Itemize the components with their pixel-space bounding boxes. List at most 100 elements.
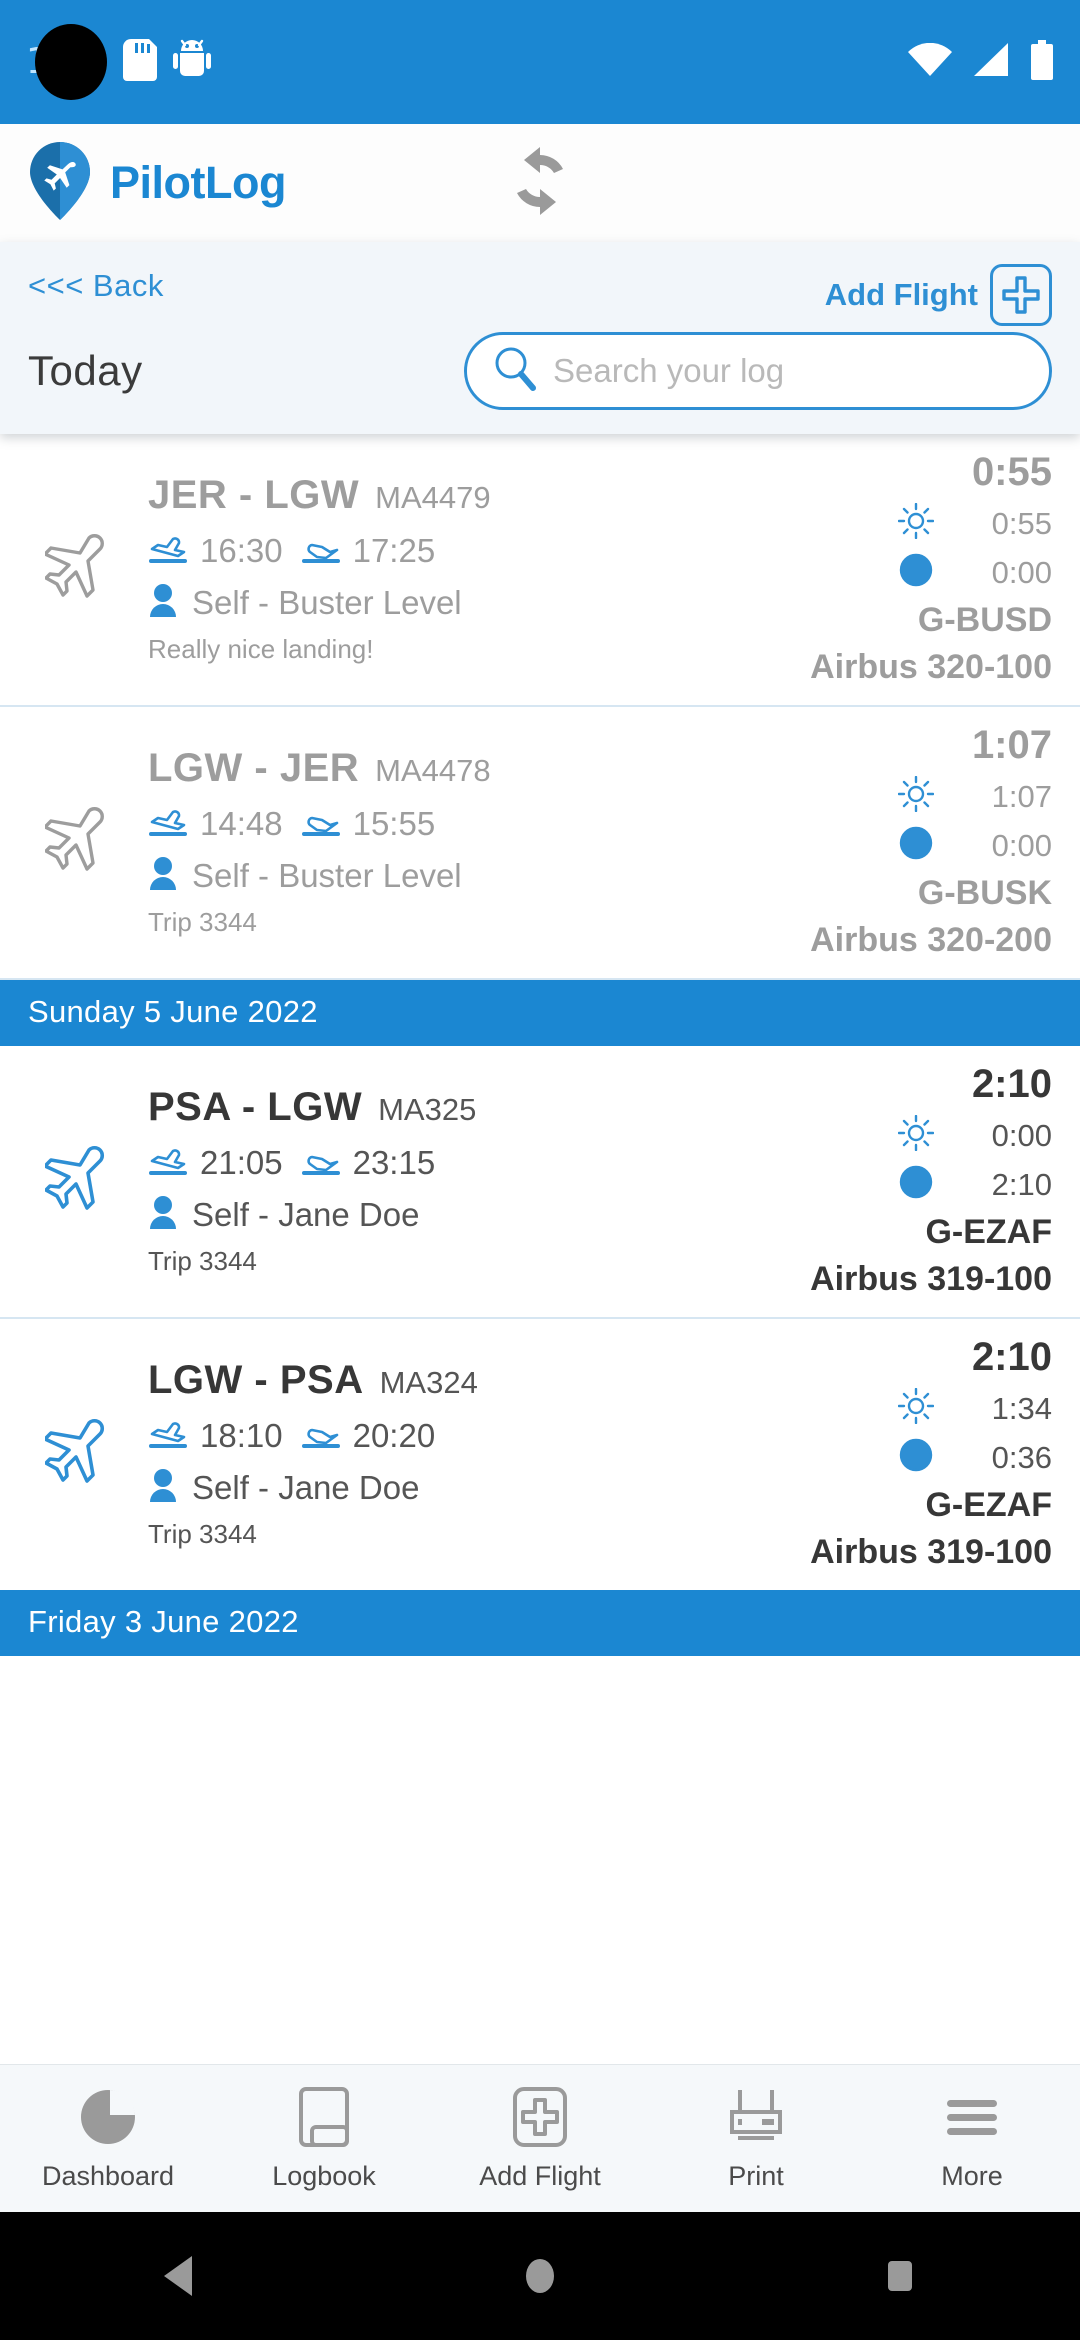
tab-label: Dashboard (41, 2160, 175, 2191)
day-time: 0:55 (991, 505, 1052, 541)
aircraft-type: Airbus 319-100 (810, 1533, 1052, 1571)
flight-totals: 2:10 1:34 0:36 G-EZAF Airbus 319-100 (752, 1335, 1052, 1572)
flight-number: MA324 (379, 1364, 478, 1400)
flight-details: PSA - LGW MA325 21:05 23:15 Self - Jane … (140, 1085, 752, 1277)
landing-icon (301, 530, 341, 573)
back-button[interactable]: <<< Back (28, 264, 164, 304)
landing-icon (301, 803, 341, 846)
hamburger-menu-icon (941, 2086, 1003, 2153)
flight-row[interactable]: LGW - JER MA4478 14:48 15:55 Self - Bust… (0, 707, 1080, 980)
day-time-row: 1:07 (752, 775, 1052, 817)
day-time: 1:34 (991, 1390, 1052, 1426)
flight-note: Trip 3344 (148, 1518, 257, 1549)
tab-label: Logbook (272, 2160, 376, 2191)
sd-card-icon (122, 38, 157, 86)
landing-group: 20:20 (301, 1415, 435, 1458)
sun-icon (897, 502, 935, 544)
total-time: 2:10 (971, 1062, 1052, 1106)
takeoff-icon (148, 1415, 188, 1458)
night-time: 0:00 (991, 554, 1052, 590)
route-line: LGW - PSA MA324 (148, 1358, 752, 1403)
night-time: 0:36 (991, 1439, 1052, 1475)
printer-icon (726, 2086, 786, 2153)
search-input[interactable]: Search your log (464, 332, 1052, 410)
tab-label: Add Flight (479, 2160, 601, 2191)
app-header-bar: PilotLog (0, 124, 1080, 242)
person-icon (148, 1195, 178, 1236)
subheader-bottom-row: Today Search your log (28, 332, 1052, 410)
crew-line: Self - Jane Doe (148, 1195, 752, 1236)
add-flight-button[interactable]: Add Flight (825, 264, 1052, 326)
crew-name: Self - Buster Level (192, 584, 462, 621)
times-line: 18:10 20:20 (148, 1415, 752, 1458)
crew-name: Self - Jane Doe (192, 1469, 420, 1506)
takeoff-group: 21:05 (148, 1142, 283, 1185)
plus-icon (990, 264, 1052, 326)
times-line: 14:48 15:55 (148, 803, 752, 846)
crew-name: Self - Jane Doe (192, 1196, 420, 1233)
flight-row[interactable]: JER - LGW MA4479 16:30 17:25 Self - Bust… (0, 434, 1080, 707)
flight-list[interactable]: JER - LGW MA4479 16:30 17:25 Self - Bust… (0, 434, 1080, 2064)
takeoff-time: 21:05 (200, 1144, 283, 1181)
route-line: PSA - LGW MA325 (148, 1085, 752, 1130)
flight-number: MA4479 (375, 479, 491, 515)
tab-print[interactable]: Print (648, 2086, 864, 2192)
date-section-header: Friday 3 June 2022 (0, 1590, 1080, 1656)
app-title: PilotLog (110, 157, 286, 208)
sync-refresh-icon[interactable] (504, 145, 576, 222)
pie-chart-icon (77, 2086, 139, 2153)
crew-line: Self - Jane Doe (148, 1468, 752, 1509)
android-back-triangle-icon[interactable] (90, 2254, 270, 2298)
takeoff-group: 18:10 (148, 1415, 283, 1458)
wifi-icon (908, 42, 952, 82)
landing-time: 23:15 (352, 1144, 436, 1181)
airplane-icon (28, 530, 140, 608)
sun-icon (897, 1114, 935, 1156)
landing-group: 15:55 (301, 803, 436, 846)
takeoff-group: 14:48 (148, 803, 283, 846)
add-flight-plus-icon (512, 2086, 568, 2153)
moon-icon (898, 552, 934, 593)
tab-more[interactable]: More (864, 2086, 1080, 2192)
pilotlog-pin-plane-logo (28, 141, 92, 225)
night-time-row: 2:10 (752, 1164, 1052, 1205)
night-time-row: 0:36 (752, 1437, 1052, 1478)
flight-row[interactable]: PSA - LGW MA325 21:05 23:15 Self - Jane … (0, 1046, 1080, 1319)
day-time-row: 0:00 (752, 1114, 1052, 1156)
person-icon (148, 856, 178, 897)
airplane-icon (28, 803, 140, 881)
route-line: JER - LGW MA4479 (148, 473, 752, 518)
tab-add-flight[interactable]: Add Flight (432, 2086, 648, 2192)
route-code: LGW - PSA (148, 1357, 364, 1402)
flight-note: Trip 3344 (148, 1245, 257, 1276)
airplane-icon (28, 1415, 140, 1493)
takeoff-icon (148, 1142, 188, 1185)
takeoff-time: 18:10 (200, 1417, 283, 1454)
takeoff-icon (148, 803, 188, 846)
landing-group: 17:25 (301, 530, 435, 573)
tab-logbook[interactable]: Logbook (216, 2086, 432, 2192)
tab-dashboard[interactable]: Dashboard (0, 2086, 216, 2192)
takeoff-time: 14:48 (200, 805, 283, 842)
battery-icon (1030, 39, 1054, 85)
sun-icon (897, 1387, 935, 1429)
android-recents-square-icon[interactable] (810, 2254, 990, 2298)
crew-line: Self - Buster Level (148, 583, 752, 624)
android-home-circle-icon[interactable] (450, 2254, 630, 2298)
day-time: 1:07 (991, 778, 1052, 814)
landing-group: 23:15 (301, 1142, 436, 1185)
route-code: PSA - LGW (148, 1084, 363, 1129)
flight-row[interactable]: LGW - PSA MA324 18:10 20:20 Self - Jane … (0, 1319, 1080, 1590)
page-title: Today (28, 347, 143, 394)
flight-details: JER - LGW MA4479 16:30 17:25 Self - Bust… (140, 473, 752, 665)
route-code: JER - LGW (148, 472, 360, 517)
moon-icon (898, 825, 934, 866)
person-icon (148, 1468, 178, 1509)
day-time-row: 0:55 (752, 502, 1052, 544)
search-placeholder-text: Search your log (553, 352, 785, 389)
bottom-tab-bar: Dashboard Logbook Add Flight Print More (0, 2064, 1080, 2212)
subheader-top-row: <<< Back Add Flight (28, 264, 1052, 326)
flight-details: LGW - JER MA4478 14:48 15:55 Self - Bust… (140, 746, 752, 938)
landing-time: 15:55 (352, 805, 436, 842)
android-status-bar: 1 (0, 0, 1080, 124)
